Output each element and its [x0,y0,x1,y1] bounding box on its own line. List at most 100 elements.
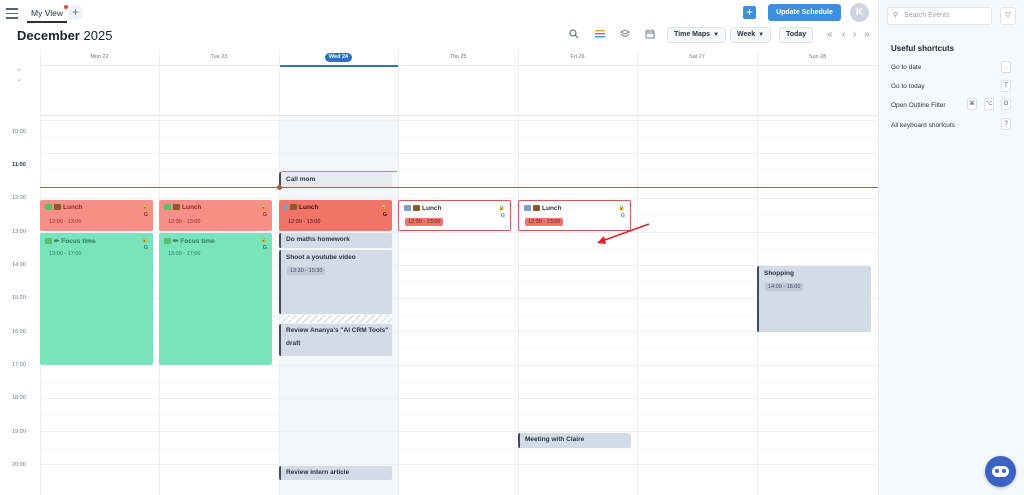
event-time: 12:00 - 13:00 [405,218,444,226]
month-label: December [17,28,80,43]
event-title: Meeting with Claire [525,436,585,443]
event-title-text: Lunch [182,204,202,211]
time-maps-dropdown[interactable]: Time Maps ▼ [667,27,727,43]
bot-icon [992,466,1009,477]
event-title: Lunch [284,204,319,211]
day-header-tue[interactable]: Tue 23 [159,50,279,66]
half-hour-line [40,448,878,449]
shortcut-key: ⌘ [967,98,977,110]
time-label: 17:00 [12,362,26,368]
current-time-line [40,187,878,188]
lunch-icon [290,204,297,210]
event-title-text: Lunch [299,204,319,211]
shortcut-go-to-date[interactable]: Go to date [891,64,921,71]
chevron-left-icon[interactable]: ‹ [842,29,845,41]
event-title-text: Lunch [542,205,562,212]
event-meeting-with-claire[interactable]: Meeting with Claire [518,433,631,448]
event-title-text: Lunch [63,204,83,211]
event-title-text: Focus time [180,238,215,245]
half-hour-line [40,382,878,383]
today-label: Today [786,31,807,38]
time-maps-label: Time Maps [674,31,711,38]
assistant-bot-button[interactable] [985,456,1016,487]
calendar-icon[interactable] [644,29,656,41]
double-chevron-left-icon[interactable]: « [827,29,833,41]
time-label: 13:00 [12,229,26,235]
event-title-text: Focus time [61,238,96,245]
google-icon: G [620,213,625,219]
shortcut-open-outline-filter[interactable]: Open Outline Filter [891,102,946,109]
event-review-intern-article[interactable]: Review intern article [279,466,392,480]
event-lunch-thu[interactable]: Lunch 🔒 G 12:00 - 13:00 [398,200,511,231]
half-hour-line [40,137,878,138]
day-header-fri[interactable]: Fri 26 [518,50,637,66]
event-lunch-wed[interactable]: Lunch 🔒 G 12:00 - 13:00 [279,200,392,231]
add-view-button[interactable]: + [68,5,83,20]
half-hour-line [40,170,878,171]
check-icon [45,238,52,244]
grid-line [518,50,519,495]
event-focus-time-tue[interactable]: ✏ Focus time 🔒 G 13:00 - 17:00 [159,233,272,365]
event-title-text: Lunch [422,205,442,212]
update-schedule-button[interactable]: Update Schedule [768,4,841,21]
collapse-icon[interactable]: ⌃ ⌄ [16,69,22,83]
hour-line [40,398,878,399]
page-title: December 2025 [17,28,112,43]
search-input[interactable]: ⚲ Search Events [887,7,992,25]
double-chevron-right-icon[interactable]: » [864,29,870,41]
lock-icon: 🔒 [141,237,148,243]
hour-line [40,153,878,154]
grid-line [398,50,399,495]
time-label: 16:00 [12,329,26,335]
day-header-sun[interactable]: Sun 28 [757,50,878,66]
event-focus-time-mon[interactable]: ✏ Focus time 🔒 G 13:00 - 17:00 [40,233,153,365]
event-shopping[interactable]: Shopping 14:00 - 16:00 [757,266,871,332]
search-icon: ⚲ [893,12,899,19]
chevron-down-icon: ▼ [713,32,720,38]
lunch-icon [413,205,420,211]
day-header-thu[interactable]: Thu 25 [398,50,518,66]
lunch-icon [173,204,180,210]
menu-icon[interactable] [6,8,18,19]
event-review-ai-crm-draft[interactable]: Review Ananya's "AI CRM Tools" draft [279,324,392,356]
chevron-right-icon[interactable]: › [853,29,856,41]
event-title: Call mom [286,176,316,183]
event-lunch-tue[interactable]: Lunch 🔒 G 12:00 - 13:00 [159,200,272,231]
event-title: Shoot a youtube video [286,254,356,261]
pin-icon [284,204,288,210]
time-label: 19:00 [12,429,26,435]
week-dropdown[interactable]: Week ▼ [730,27,772,43]
today-button[interactable]: Today [779,27,814,43]
time-label: 11:00 [12,162,26,168]
google-icon: G [500,213,505,219]
shortcut-go-to-today[interactable]: Go to today [891,83,925,90]
calendar-icon [404,205,411,211]
shortcut-all-keyboard-shortcuts[interactable]: All keyboard shortcuts [891,122,955,129]
event-time: 13:00 - 17:00 [49,251,82,257]
event-title: Lunch [404,205,442,212]
event-call-mom[interactable]: Call mom [279,172,392,188]
event-shoot-youtube-video[interactable]: Shoot a youtube video 13:30 - 15:30 [279,250,392,314]
tab-my-view[interactable]: My View [27,5,68,23]
check-icon [164,238,171,244]
event-time: 12:00 - 13:00 [288,219,321,225]
hour-line [40,198,878,199]
day-header-mon[interactable]: Mon 22 [40,50,159,66]
all-day-row[interactable] [40,66,878,116]
day-header-wed[interactable]: Wed 24 [279,50,398,66]
event-do-maths-homework[interactable]: Do maths homework [279,233,392,248]
day-header-sat[interactable]: Sat 27 [637,50,757,66]
hour-line [40,431,878,432]
search-icon[interactable] [568,29,580,41]
filter-button[interactable]: ▽ [1000,7,1016,25]
hour-line [40,120,878,121]
event-time: 14:00 - 16:00 [765,283,804,291]
event-title: ✏ Focus time [164,237,215,245]
layers-icon[interactable] [619,29,631,41]
avatar[interactable]: K [850,3,869,22]
hour-line [40,365,878,366]
event-lunch-mon[interactable]: Lunch 🔒 G 12:00 - 13:00 [40,200,153,231]
event-title: ✏ Focus time [45,237,96,245]
add-event-button[interactable]: + [743,6,756,19]
priority-list-icon[interactable] [594,29,606,41]
